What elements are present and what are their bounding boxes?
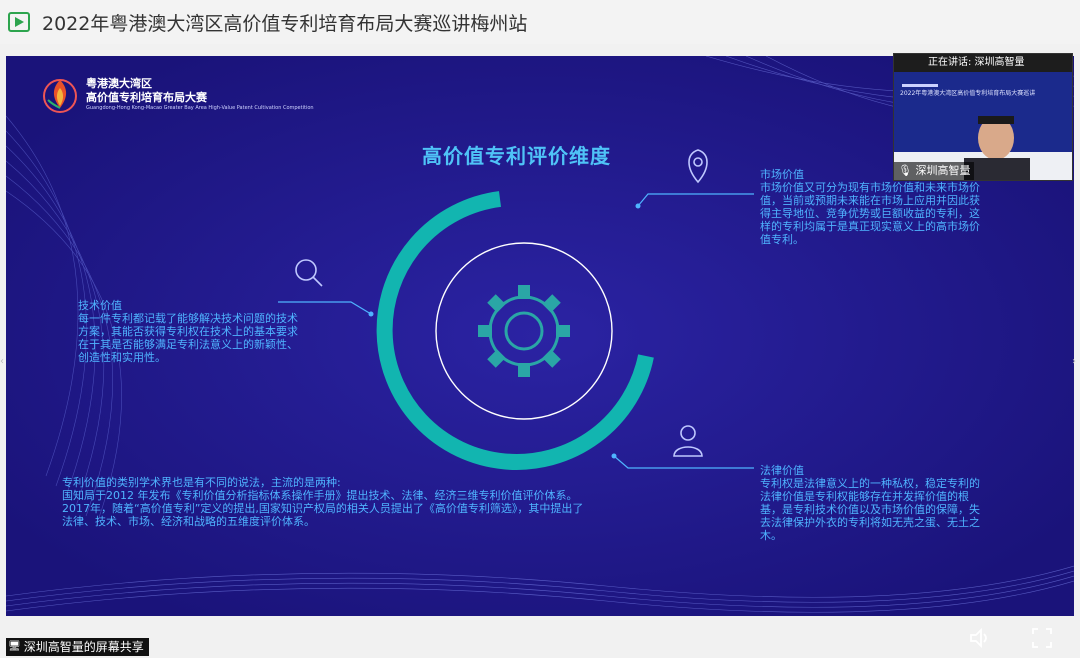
- participant-name-tag: 🎙 深圳高智量: [894, 162, 975, 180]
- play-icon: [8, 12, 30, 32]
- tech-value-block: 技术价值 每一件专利都记载了能够解决技术问题的技术方案，其能否获得专利权在技术上…: [78, 299, 308, 364]
- tech-value-body: 每一件专利都记载了能够解决技术问题的技术方案，其能否获得专利权在技术上的基本要求…: [78, 312, 298, 364]
- fullscreen-icon[interactable]: [1030, 626, 1054, 650]
- previous-arrow-icon[interactable]: ‹: [0, 356, 8, 368]
- legal-value-heading: 法律价值: [760, 464, 804, 477]
- note-line2: 国知局于2012 年发布《专利价值分析指标体系操作手册》提出技术、法律、经济三维…: [62, 489, 578, 502]
- slide-title: 高价值专利评价维度: [422, 144, 611, 168]
- note-line3: 2017年，随着“高价值专利”定义的提出,国家知识产权局的相关人员提出了《高价值…: [62, 502, 584, 528]
- tech-value-heading: 技术价值: [78, 299, 122, 312]
- logo-line2: 高价值专利培育布局大赛: [86, 91, 207, 104]
- note-line1: 专利价值的类别学术界也是有不同的说法，主流的是两种:: [62, 476, 341, 489]
- logo-line1: 粤港澳大湾区: [86, 77, 152, 90]
- screen-share-label: 🖥 深圳高智量的屏幕共享: [6, 638, 149, 656]
- video-slide-title: 2022年粤港澳大湾区高价值专利培育布局大赛巡讲: [900, 90, 1036, 97]
- speaking-indicator: 正在讲话: 深圳高智量: [894, 54, 1072, 72]
- volume-icon[interactable]: [968, 626, 992, 650]
- classification-note: 专利价值的类别学术界也是有不同的说法，主流的是两种: 国知局于2012 年发布《…: [62, 476, 592, 528]
- screen-share-icon: 🖥: [8, 641, 21, 652]
- competition-logo: 粤港澳大湾区 高价值专利培育布局大赛 Guangdong-Hong Kong-M…: [40, 74, 314, 114]
- legal-value-body: 专利权是法律意义上的一种私权，稳定专利的法律价值是专利权能够存在并发挥价值的根基…: [760, 477, 980, 542]
- flame-logo-icon: [43, 79, 77, 113]
- logo-subtitle: Guangdong-Hong Kong-Macao Greater Bay Ar…: [86, 105, 314, 111]
- mic-icon: 🎙: [898, 164, 912, 177]
- participant-name: 深圳高智量: [915, 164, 971, 177]
- window-title: 2022年粤港澳大湾区高价值专利培育布局大赛巡讲梅州站: [42, 12, 528, 35]
- market-value-body: 市场价值又可分为现有市场价值和未来市场价值，当前或预期未来能在市场上应用并因此获…: [760, 181, 980, 246]
- screen-share-text: 深圳高智量的屏幕共享: [23, 640, 144, 654]
- legal-value-block: 法律价值 专利权是法律意义上的一种私权，稳定专利的法律价值是专利权能够存在并发挥…: [760, 464, 990, 542]
- window-titlebar: 2022年粤港澳大湾区高价值专利培育布局大赛巡讲梅州站: [0, 0, 1080, 44]
- speaker-video[interactable]: 正在讲话: 深圳高智量 2022年粤港澳大湾区高价值专利培育布局大赛巡讲 🎙 深…: [893, 53, 1073, 181]
- next-arrow-icon[interactable]: ›: [1072, 356, 1080, 368]
